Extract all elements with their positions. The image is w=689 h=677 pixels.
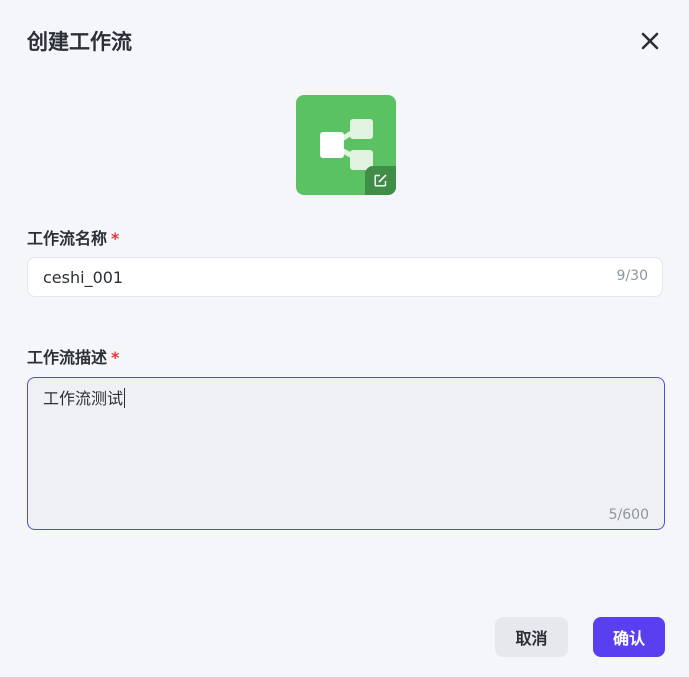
required-mark: * <box>111 229 120 248</box>
workflow-description-textarea[interactable]: 工作流测试 5/600 <box>27 377 665 530</box>
desc-field-label: 工作流描述 * <box>27 347 119 369</box>
desc-value-text: 工作流测试 <box>43 389 124 408</box>
name-field-label: 工作流名称 * <box>27 228 119 250</box>
create-workflow-dialog: 创建工作流 工作流名称 * ceshi_001 9/30 工作流描述 * 工作流测试 <box>0 0 689 677</box>
workflow-name-input[interactable]: ceshi_001 9/30 <box>27 257 663 297</box>
dialog-title: 创建工作流 <box>27 30 132 54</box>
desc-label-text: 工作流描述 <box>27 348 108 367</box>
required-mark: * <box>111 348 120 367</box>
edit-badge[interactable] <box>365 166 396 195</box>
name-label-text: 工作流名称 <box>27 229 108 248</box>
desc-textarea-value: 工作流测试 <box>43 388 126 410</box>
close-icon <box>641 32 659 50</box>
confirm-button[interactable]: 确认 <box>593 617 665 657</box>
name-input-value: ceshi_001 <box>43 268 124 287</box>
name-char-counter: 9/30 <box>616 268 648 284</box>
workflow-icon-picker[interactable] <box>296 95 396 195</box>
cancel-button[interactable]: 取消 <box>495 617 568 657</box>
edit-icon <box>374 174 387 187</box>
close-button[interactable] <box>636 27 664 55</box>
text-caret <box>124 388 126 408</box>
desc-char-counter: 5/600 <box>608 507 649 523</box>
